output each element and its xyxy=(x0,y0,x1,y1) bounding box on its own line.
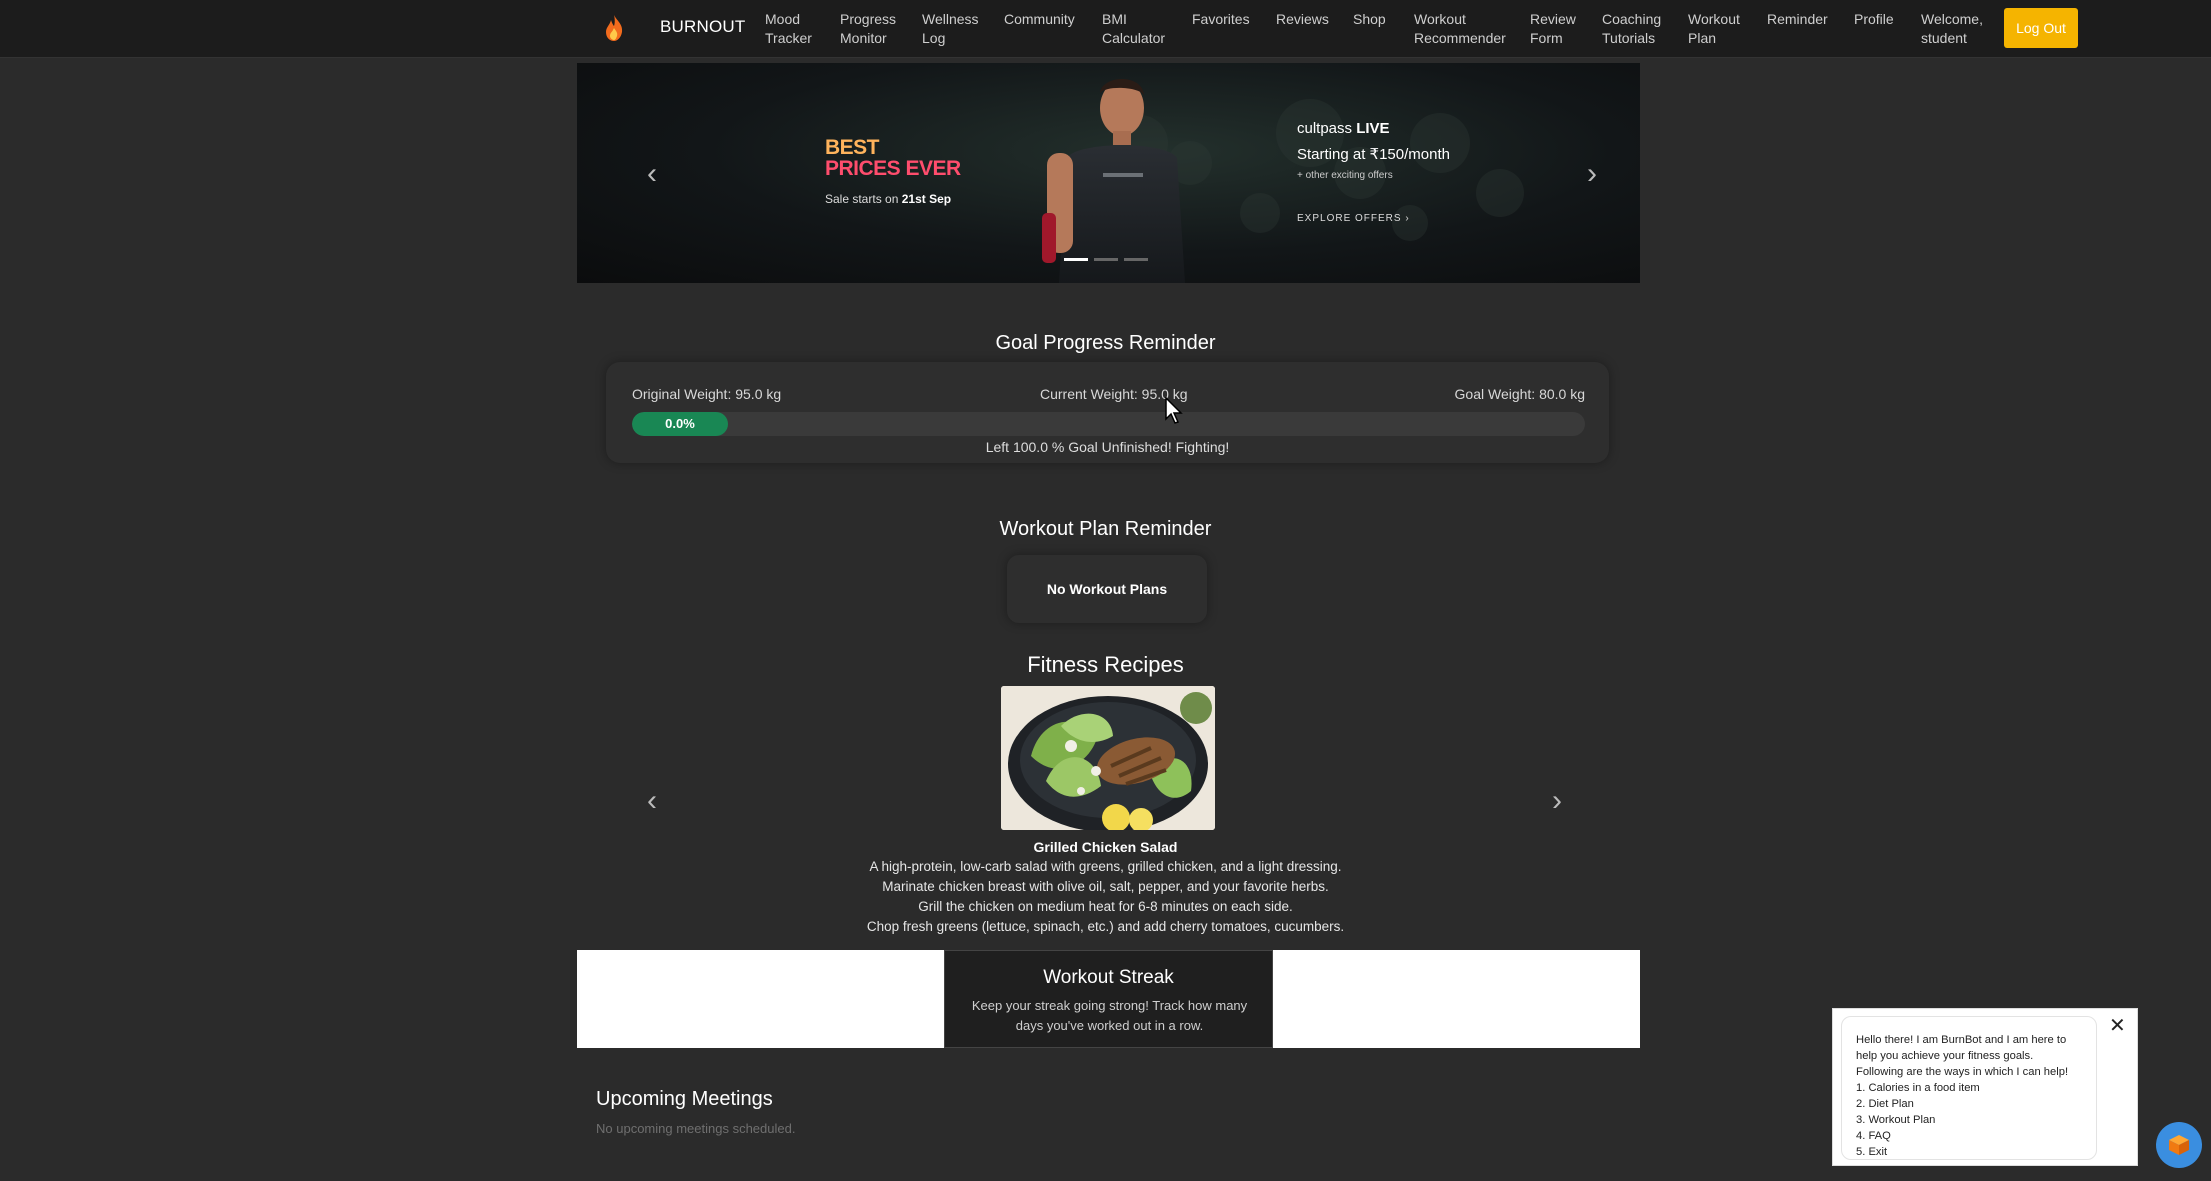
banner-sale-date: Sale starts on 21st Sep xyxy=(825,192,952,206)
carousel-indicator[interactable] xyxy=(1124,258,1148,261)
recipe-next-arrow[interactable]: › xyxy=(1552,784,1562,818)
chatbot-panel: Hello there! I am BurnBot and I am here … xyxy=(1832,1008,2138,1166)
chatbot-launcher-button[interactable] xyxy=(2156,1122,2202,1168)
chatbot-option[interactable]: 1. Calories in a food item xyxy=(1856,1080,2096,1096)
original-weight: Original Weight: 95.0 kg xyxy=(632,386,782,402)
nav-bmi-calculator[interactable]: BMI Calculator xyxy=(1102,10,1165,48)
recipe-image xyxy=(1001,686,1215,830)
workout-streak-title: Workout Streak xyxy=(1043,967,1174,988)
banner-other-offers: + other exciting offers xyxy=(1297,170,1393,181)
flame-logo-icon[interactable] xyxy=(603,14,625,42)
nav-favorites[interactable]: Favorites xyxy=(1192,10,1250,29)
nav-coaching-tutorials[interactable]: Coaching Tutorials xyxy=(1602,10,1661,48)
fitness-recipes-title: Fitness Recipes xyxy=(1027,652,1184,677)
chatbot-option[interactable]: 5. Exit xyxy=(1856,1144,2096,1160)
banner-next-arrow[interactable]: › xyxy=(1587,157,1597,191)
banner-headline: BEST PRICES EVER xyxy=(825,136,961,180)
workout-plan-card: No Workout Plans xyxy=(1007,555,1207,623)
chatbot-option[interactable]: 3. Workout Plan xyxy=(1856,1112,2096,1128)
nav-welcome-user: Welcome, student xyxy=(1921,11,1983,46)
no-meetings-message: No upcoming meetings scheduled. xyxy=(596,1121,796,1136)
nav-progress-monitor[interactable]: Progress Monitor xyxy=(840,10,896,48)
nav-reviews[interactable]: Reviews xyxy=(1276,10,1329,29)
nav-review-form[interactable]: Review Form xyxy=(1530,10,1576,48)
nav-workout-recommender[interactable]: Workout Recommender xyxy=(1414,10,1506,48)
carousel-indicator[interactable] xyxy=(1094,258,1118,261)
navbar: BURNOUT Mood Tracker Progress Monitor Well… xyxy=(0,0,2211,58)
nav-shop[interactable]: Shop xyxy=(1353,10,1386,29)
goal-progress-bar: 0.0% xyxy=(632,412,1585,436)
recipe-step: Chop fresh greens (lettuce, spinach, etc… xyxy=(866,919,1345,934)
workout-streak-card: Workout Streak Keep your streak going st… xyxy=(944,950,1273,1048)
goal-weight: Goal Weight: 80.0 kg xyxy=(1454,386,1585,402)
recipe-description: A high-protein, low-carb salad with gree… xyxy=(869,859,1342,874)
brand-name[interactable]: BURNOUT xyxy=(660,17,745,37)
nav-reminder[interactable]: Reminder xyxy=(1767,10,1828,29)
banner-indicators xyxy=(1064,258,1148,261)
chatbot-option[interactable]: 4. FAQ xyxy=(1856,1128,2096,1144)
recipe-prev-arrow[interactable]: ‹ xyxy=(647,784,657,818)
mouse-cursor-icon xyxy=(1165,397,1183,424)
banner-price: Starting at ₹150/month xyxy=(1297,146,1450,163)
chatbot-message: Hello there! I am BurnBot and I am here … xyxy=(1841,1016,2097,1160)
recipe-step: Grill the chicken on medium heat for 6-8… xyxy=(918,899,1293,914)
goal-remaining-message: Left 100.0 % Goal Unfinished! Fighting! xyxy=(985,439,1230,455)
recipe-step: Marinate chicken breast with olive oil, … xyxy=(882,879,1329,894)
banner-athlete-image xyxy=(1042,79,1185,283)
goal-progress-fill: 0.0% xyxy=(632,412,728,436)
workout-streak-description: Keep your streak going strong! Track how… xyxy=(971,998,1248,1033)
carousel-indicator[interactable] xyxy=(1064,258,1088,261)
banner-brand: cultpass LIVE xyxy=(1297,120,1390,137)
nav-community[interactable]: Community xyxy=(1004,10,1075,29)
upcoming-meetings-title: Upcoming Meetings xyxy=(596,1088,773,1110)
goal-progress-card: Original Weight: 95.0 kg Current Weight:… xyxy=(606,362,1609,463)
logout-button[interactable]: Log Out xyxy=(2004,8,2078,48)
chatbot-option[interactable]: 2. Diet Plan xyxy=(1856,1096,2096,1112)
nav-workout-plan[interactable]: Workout Plan xyxy=(1688,10,1740,48)
nav-profile[interactable]: Profile xyxy=(1854,10,1894,29)
close-icon[interactable]: ✕ xyxy=(2109,1013,2126,1038)
workout-plan-title: Workout Plan Reminder xyxy=(999,518,1212,540)
chatbot-box-icon xyxy=(2169,1135,2189,1155)
nav-mood-tracker[interactable]: Mood Tracker xyxy=(765,10,812,48)
goal-progress-title: Goal Progress Reminder xyxy=(995,332,1216,354)
promo-banner-carousel[interactable]: ‹ › BEST PRICES EVER Sale starts on 21st… xyxy=(577,63,1640,283)
banner-prev-arrow[interactable]: ‹ xyxy=(647,157,657,191)
nav-wellness-log[interactable]: Wellness Log xyxy=(922,10,979,48)
explore-offers-link[interactable]: EXPLORE OFFERS › xyxy=(1297,213,1410,224)
recipe-name: Grilled Chicken Salad xyxy=(1033,839,1178,855)
